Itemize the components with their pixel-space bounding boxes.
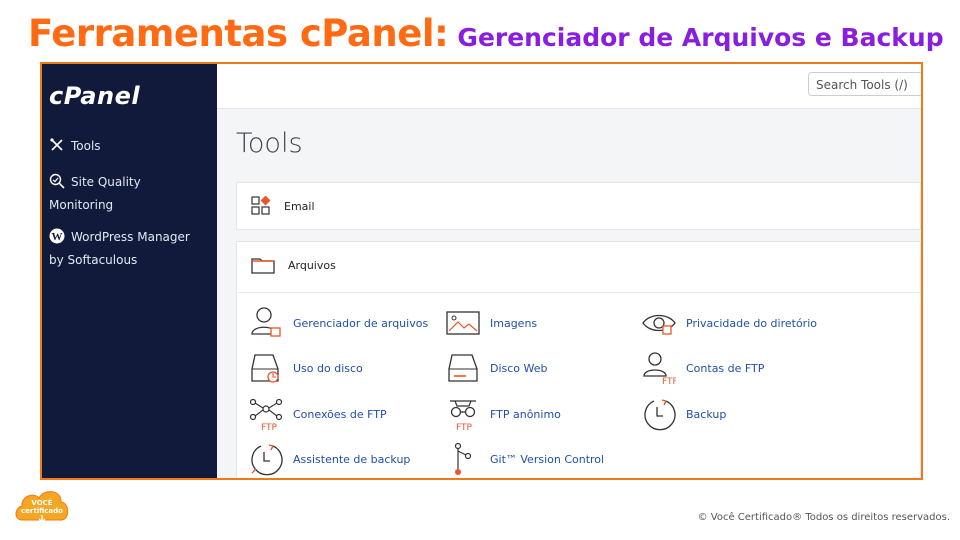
cpanel-screenshot: cPanel Tools Site Quality Monitoring W W…: [40, 62, 923, 480]
tool-web-disk[interactable]: Disco Web: [446, 351, 548, 385]
search-input[interactable]: Search Tools (/): [808, 72, 921, 96]
backup-icon: [644, 399, 676, 431]
sidebar-item-wordpress[interactable]: W WordPress Manager by Softaculous: [49, 226, 190, 272]
git-icon: [454, 442, 472, 475]
folder-icon: [251, 258, 275, 274]
tool-label: Git™ Version Control: [490, 452, 605, 466]
tool-file-manager[interactable]: Gerenciador de arquivos: [249, 306, 428, 340]
top-bar: Search Tools (/): [217, 64, 921, 109]
backup-wizard-icon: [251, 444, 283, 476]
svg-text:FTP: FTP: [662, 377, 676, 385]
tool-label: Assistente de backup: [293, 452, 411, 466]
page-title: Tools: [236, 128, 303, 159]
tool-label: Privacidade do diretório: [686, 316, 817, 330]
tool-label: Conexões de FTP: [293, 407, 387, 421]
tool-label: Gerenciador de arquivos: [293, 316, 429, 330]
tool-images[interactable]: Imagens: [446, 306, 537, 340]
cpanel-logo: cPanel: [49, 82, 141, 110]
voce-certificado-logo: VOCÊ certificado: [15, 491, 69, 523]
sidebar-item-label: WordPress Manager: [71, 230, 190, 244]
svg-text:W: W: [52, 231, 63, 243]
tool-backup[interactable]: Backup: [642, 397, 726, 431]
anonymous-ftp-icon: FTP: [450, 400, 476, 433]
sidebar-item-label: Tools: [71, 139, 101, 153]
tool-backup-wizard[interactable]: Assistente de backup: [249, 442, 410, 476]
email-panel[interactable]: Email: [236, 182, 921, 230]
email-panel-label: Email: [284, 199, 315, 213]
ftp-accounts-icon: FTP: [643, 352, 679, 387]
tool-ftp-connections[interactable]: FTP Conexões de FTP: [249, 397, 387, 433]
wordpress-icon: W: [49, 228, 65, 244]
tool-directory-privacy[interactable]: Privacidade do diretório: [642, 306, 817, 340]
sidebar-item-label-2: by Softaculous: [49, 253, 138, 267]
ftp-connections-icon: FTP: [249, 398, 283, 433]
tool-label: FTP anônimo: [490, 407, 561, 421]
tool-label: Imagens: [490, 316, 538, 330]
magnifier-icon: [49, 173, 65, 189]
svg-text:FTP: FTP: [456, 423, 473, 431]
arquivos-panel-label: Arquivos: [288, 258, 336, 272]
sidebar-item-label-2: Monitoring: [49, 198, 114, 212]
web-disk-icon: [448, 354, 478, 382]
sidebar-item-tools[interactable]: Tools: [49, 135, 101, 158]
slide-title-main: Ferramentas cPanel:: [28, 12, 449, 55]
svg-text:certificado: certificado: [21, 507, 63, 515]
main-content: Search Tools (/) Tools Email Arquivos Ge…: [217, 64, 921, 478]
arquivos-panel: Arquivos Gerenciador de arquivos Imagens…: [236, 241, 921, 478]
sidebar-item-label: Site Quality: [71, 175, 141, 189]
tool-disk-usage[interactable]: Uso do disco: [249, 351, 363, 385]
email-panel-header[interactable]: Email: [251, 183, 315, 229]
tools-icon: [50, 138, 63, 151]
sidebar: cPanel Tools Site Quality Monitoring W W…: [42, 64, 217, 478]
tool-label: Disco Web: [490, 361, 548, 375]
tool-label: Uso do disco: [293, 361, 363, 375]
arquivos-panel-header[interactable]: Arquivos: [251, 242, 336, 288]
svg-text:VOCÊ: VOCÊ: [31, 498, 52, 507]
slide-title-sub: Gerenciador de Arquivos e Backup: [457, 23, 944, 52]
tool-label: Contas de FTP: [686, 361, 765, 375]
disk-usage-icon: [251, 354, 279, 383]
tool-git[interactable]: Git™ Version Control: [446, 442, 604, 476]
tool-anonymous-ftp[interactable]: FTP FTP anônimo: [446, 397, 561, 433]
images-icon: [446, 311, 480, 335]
file-manager-icon: [251, 307, 281, 337]
email-group-icon: [251, 196, 271, 215]
slide-title: Ferramentas cPanel: Gerenciador de Arqui…: [28, 12, 944, 55]
panel-divider: [237, 292, 920, 293]
svg-text:FTP: FTP: [261, 423, 278, 431]
tool-label: Backup: [686, 407, 727, 421]
directory-privacy-icon: [642, 314, 676, 335]
tool-ftp-accounts[interactable]: FTP Contas de FTP: [642, 351, 765, 387]
sidebar-item-site-quality[interactable]: Site Quality Monitoring: [49, 171, 141, 217]
copyright-text: © Você Certificado® Todos os direitos re…: [697, 512, 950, 523]
